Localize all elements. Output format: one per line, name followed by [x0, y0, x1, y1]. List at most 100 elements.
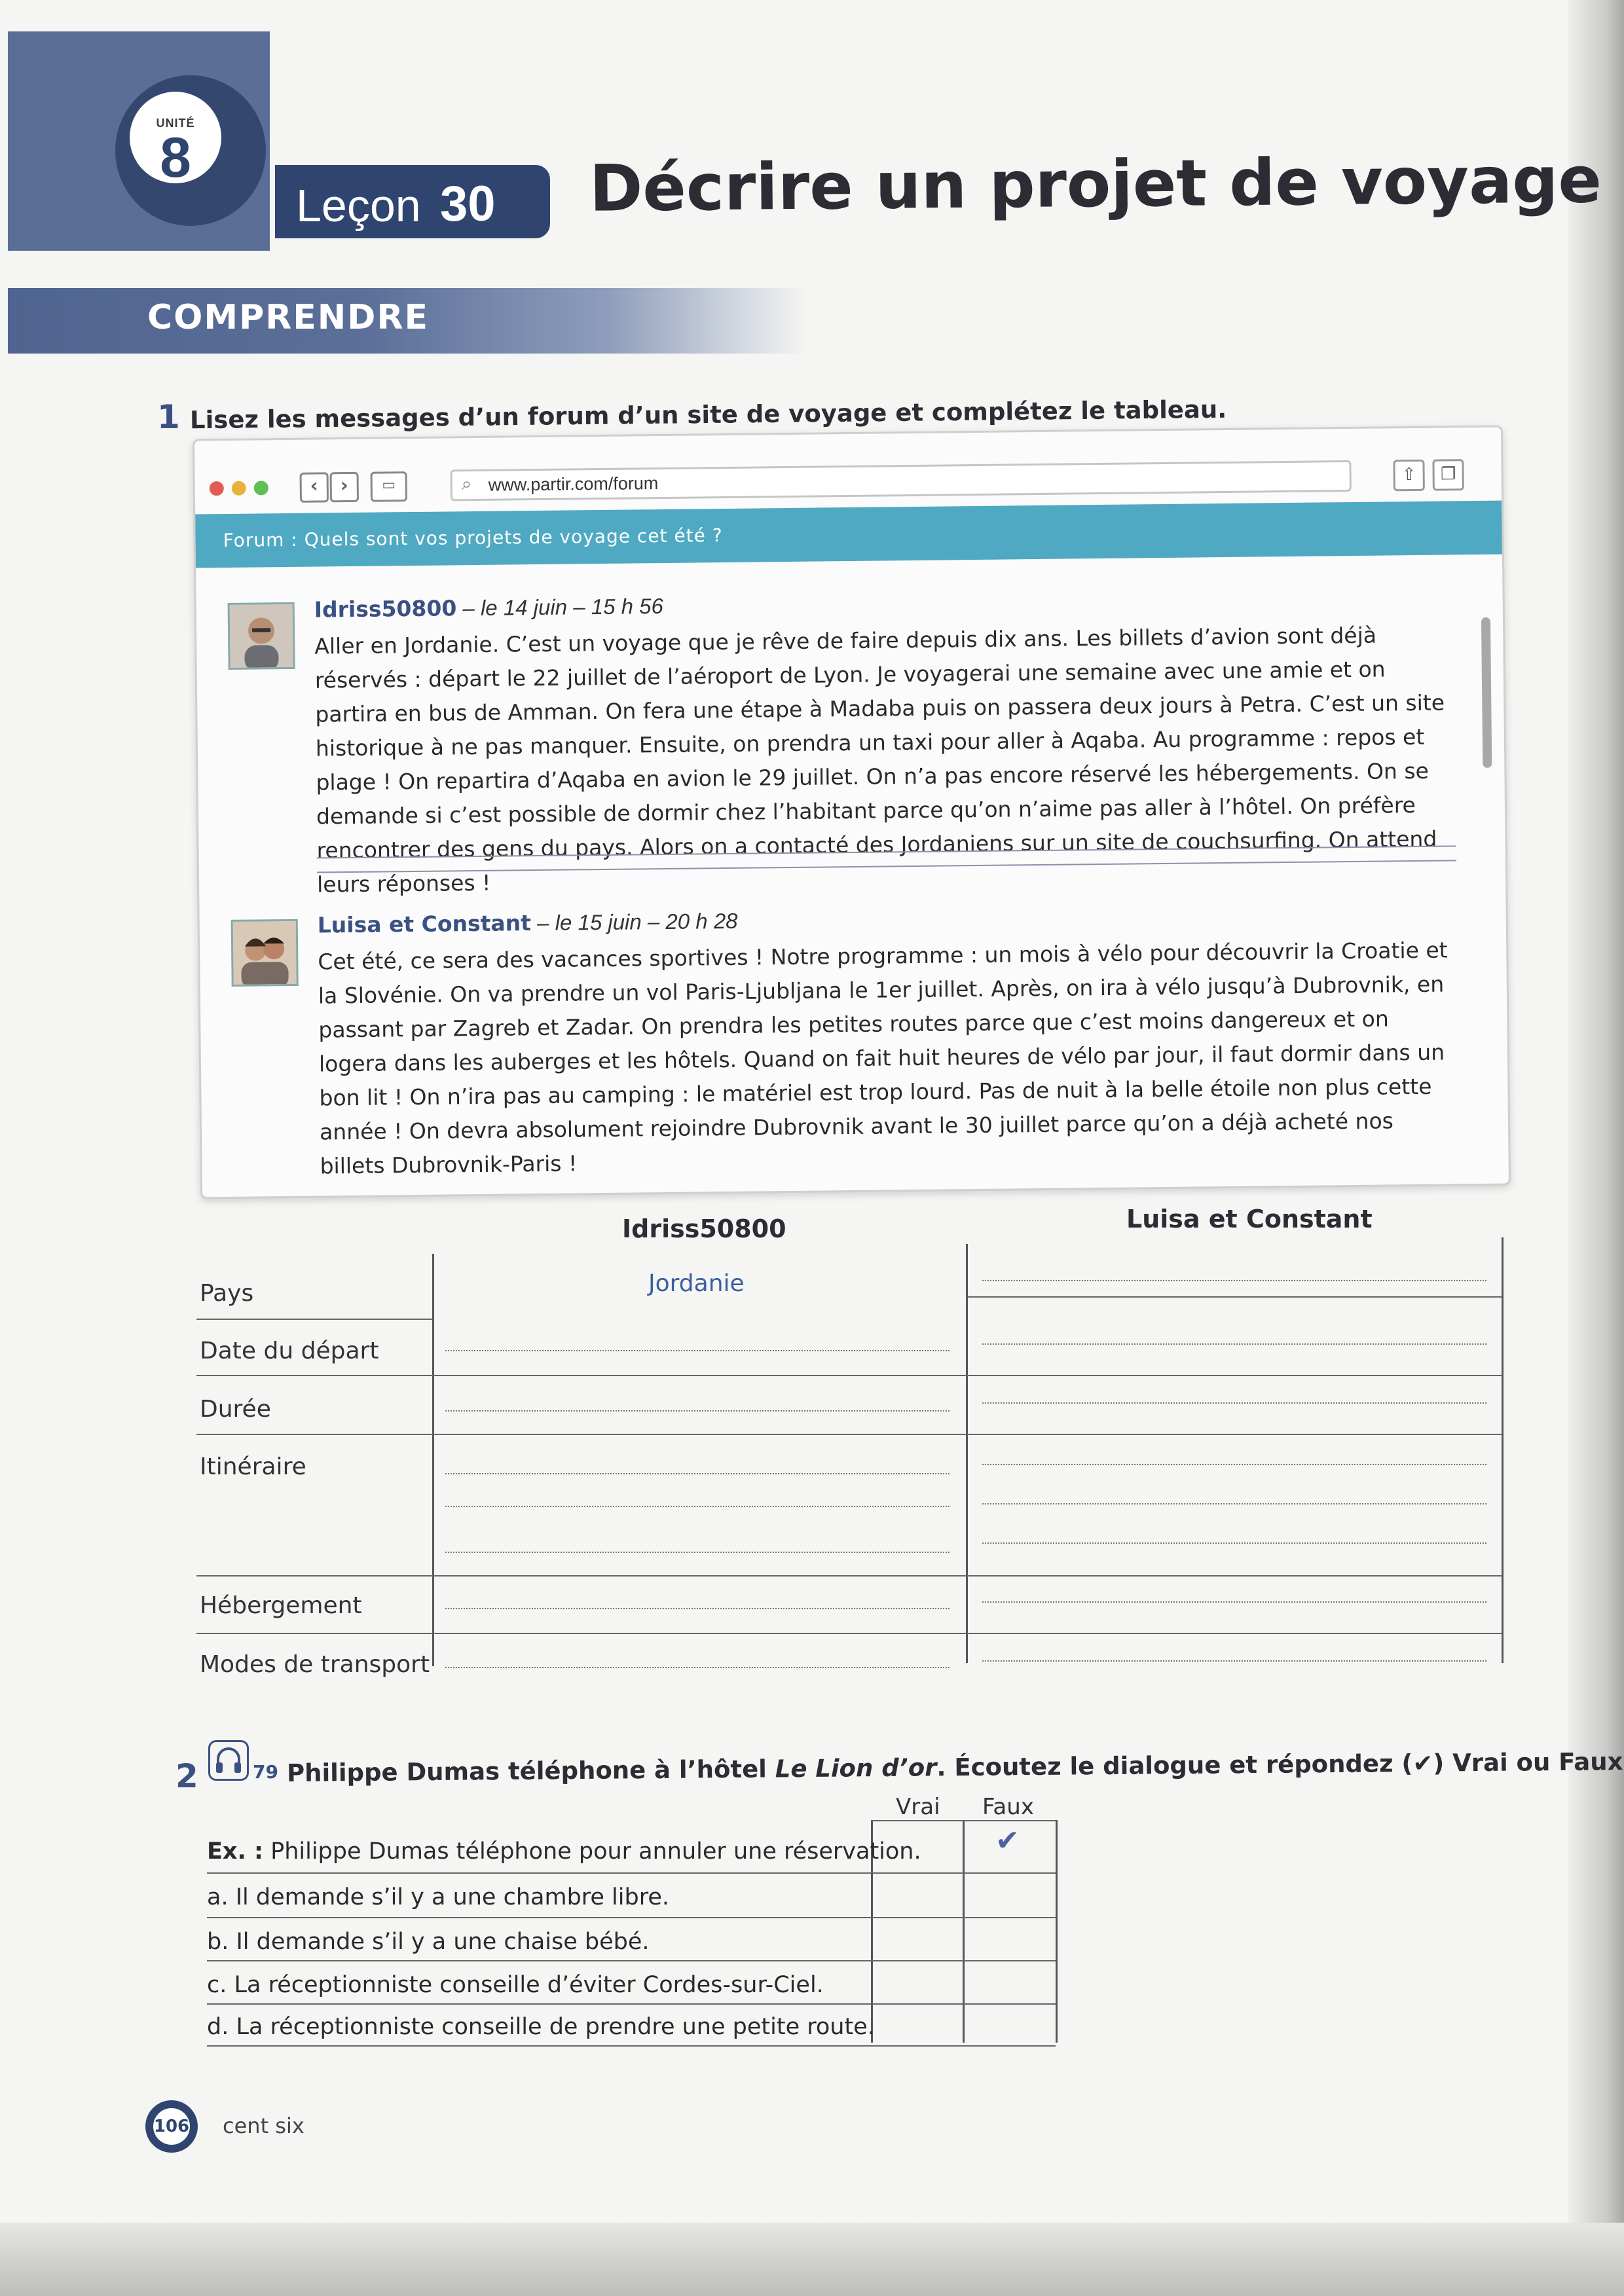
statement-a: a. Il demande s’il y a une chambre libre…: [207, 1884, 669, 1910]
table-row-rule: [196, 1434, 1502, 1435]
scrollbar[interactable]: [1481, 617, 1492, 768]
table-row-rule: [207, 2045, 1056, 2047]
sidebar-icon[interactable]: ▭: [370, 471, 407, 502]
post-body: Aller en Jordanie. C’est un voyage que j…: [314, 622, 1445, 898]
table-divider: [963, 1820, 965, 2043]
unit-badge-inner: UNITÉ 8: [130, 92, 221, 189]
avatar-idriss: [227, 602, 295, 670]
statement-text: Il demande s’il y a une chaise bébé.: [229, 1929, 650, 1955]
page-bottom-shadow: [0, 2223, 1624, 2296]
checkmark-icon: ✔: [995, 1824, 1020, 1857]
table-row-rule: [968, 1296, 1502, 1298]
audio-track-number: 79: [253, 1761, 278, 1783]
statement-prefix: b.: [207, 1929, 229, 1955]
exercise-2-number: 2: [175, 1757, 198, 1795]
answer-line[interactable]: [982, 1280, 1486, 1281]
forum-title: Forum : Quels sont vos projets de voyage…: [223, 524, 723, 552]
instruction-part: . Écoutez le dialogue et répondez (✔) Vr…: [936, 1747, 1624, 1782]
post-date: – le 14 juin – 15 h 56: [456, 593, 664, 621]
maximize-dot-icon[interactable]: [253, 481, 268, 496]
statement-prefix: c.: [207, 1972, 227, 1998]
table-row-label: Itinéraire: [200, 1453, 306, 1480]
table-row-rule: [207, 2003, 1056, 2005]
statement-d: d. La réceptionniste conseille de prendr…: [207, 2014, 875, 2040]
answer-line[interactable]: [445, 1552, 950, 1553]
table-column-header: Luisa et Constant: [1126, 1205, 1373, 1233]
table-row-rule: [196, 1319, 432, 1320]
example-answer: Jordanie: [648, 1270, 745, 1297]
faux-header: Faux: [982, 1794, 1034, 1820]
post-body: Cet été, ce sera des vacances sportives …: [318, 937, 1448, 1179]
answer-line[interactable]: [445, 1667, 950, 1668]
minimize-dot-icon[interactable]: [231, 481, 246, 496]
browser-window: ‹ › ▭ ⌕ www.partir.com/forum ⇧ ❐ Forum :…: [192, 425, 1511, 1199]
page-edge-shadow: [1568, 0, 1624, 2296]
vrai-header: Vrai: [896, 1794, 940, 1820]
answer-line[interactable]: [445, 1506, 950, 1507]
avatar-luisa-constant: [231, 919, 299, 987]
post-author: Idriss50800: [314, 595, 457, 623]
answer-line[interactable]: [445, 1608, 950, 1609]
table-row-label: Hébergement: [200, 1592, 362, 1619]
forum-post: Luisa et Constant – le 15 juin – 20 h 28…: [200, 900, 1506, 1179]
lesson-number: 30: [440, 176, 496, 232]
page-number: 106: [153, 2108, 190, 2145]
table-divider: [966, 1244, 968, 1663]
close-dot-icon[interactable]: [209, 481, 224, 496]
share-icon[interactable]: ⇧: [1393, 459, 1425, 492]
unit-number: 8: [160, 126, 191, 189]
answer-line[interactable]: [982, 1343, 1486, 1345]
answer-line[interactable]: [445, 1350, 950, 1351]
forum-post: Idriss50800 – le 14 juin – 15 h 56 Aller…: [196, 585, 1503, 898]
table-divider: [1502, 1237, 1504, 1663]
post-date: – le 15 juin – 20 h 28: [530, 908, 738, 936]
table-row-label: Durée: [200, 1396, 271, 1423]
answer-line[interactable]: [982, 1660, 1486, 1662]
lesson-box: Leçon 30: [275, 165, 550, 238]
page-number-badge: 106: [145, 2100, 198, 2153]
page-number-words: cent six: [223, 2113, 304, 2138]
statement-prefix: Ex. :: [207, 1838, 263, 1865]
page-title: Décrire un projet de voyage: [589, 143, 1602, 227]
answer-line[interactable]: [982, 1542, 1486, 1544]
table-column-header: Idriss50800: [622, 1214, 786, 1243]
headphones-icon[interactable]: [208, 1740, 249, 1781]
statement-c: c. La réceptionniste conseille d’éviter …: [207, 1972, 824, 1998]
statement-b: b. Il demande s’il y a une chaise bébé.: [207, 1929, 649, 1955]
table-row-rule: [196, 1633, 1502, 1634]
url-text: www.partir.com/forum: [488, 473, 659, 495]
post-author: Luisa et Constant: [317, 910, 532, 938]
statement-prefix: a.: [207, 1884, 229, 1910]
statement-text: La réceptionniste conseille d’éviter Cor…: [227, 1972, 824, 1998]
table-row-rule: [207, 1872, 1056, 1874]
answer-line[interactable]: [982, 1402, 1486, 1404]
exercise-1-instruction: Lisez les messages d’un forum d’un site …: [189, 395, 1227, 435]
table-row-label: Date du départ: [200, 1338, 379, 1364]
statement-text: Philippe Dumas téléphone pour annuler un…: [263, 1838, 921, 1865]
answer-line[interactable]: [445, 1410, 950, 1412]
back-arrow-icon[interactable]: ‹: [299, 472, 329, 503]
table-row-rule: [871, 1820, 1056, 1821]
address-bar[interactable]: ⌕ www.partir.com/forum: [450, 460, 1352, 501]
statement-example: Ex. : Philippe Dumas téléphone pour annu…: [207, 1838, 921, 1865]
tabs-icon[interactable]: ❐: [1432, 459, 1464, 491]
section-title: COMPRENDRE: [147, 298, 430, 337]
answer-line[interactable]: [982, 1601, 1486, 1603]
instruction-part: Philippe Dumas téléphone à l’hôtel: [286, 1755, 775, 1787]
lesson-word: Leçon: [296, 180, 421, 231]
statement-text: Il demande s’il y a une chambre libre.: [228, 1884, 670, 1910]
table-row-rule: [207, 1917, 1056, 1918]
answer-line[interactable]: [982, 1464, 1486, 1465]
table-row-rule: [196, 1575, 1502, 1576]
answer-line[interactable]: [445, 1473, 950, 1474]
post-header: Luisa et Constant – le 15 juin – 20 h 28: [318, 908, 738, 938]
search-icon: ⌕: [461, 473, 472, 495]
exercise-1-number: 1: [157, 398, 180, 436]
exercise-2-instruction: Philippe Dumas téléphone à l’hôtel Le Li…: [287, 1747, 1624, 1787]
statement-prefix: d.: [207, 2014, 229, 2040]
statement-text: La réceptionniste conseille de prendre u…: [229, 2014, 875, 2040]
post-header: Idriss50800 – le 14 juin – 15 h 56: [314, 593, 664, 623]
forward-arrow-icon[interactable]: ›: [329, 471, 359, 503]
answer-line[interactable]: [982, 1503, 1486, 1504]
table-row-rule: [207, 1960, 1056, 1961]
